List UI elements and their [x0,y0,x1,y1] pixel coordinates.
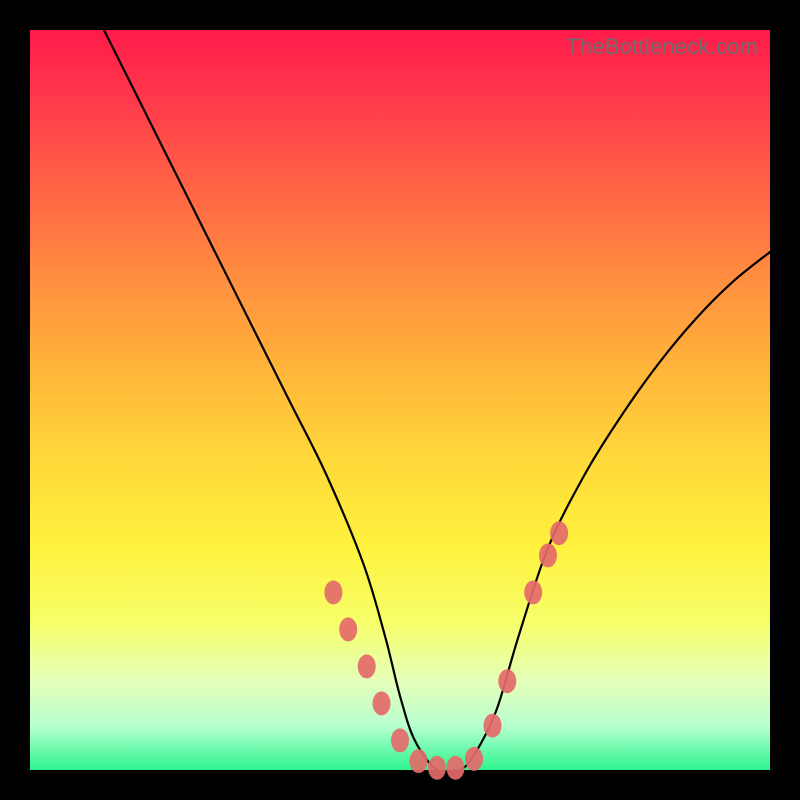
curve-marker [428,756,446,780]
curve-marker [373,691,391,715]
curve-marker [447,756,465,780]
curve-marker [484,714,502,738]
curve-marker [465,747,483,771]
curve-svg [30,30,770,770]
curve-marker [550,521,568,545]
chart-frame: TheBottleneck.com [0,0,800,800]
curve-marker [524,580,542,604]
curve-marker [410,749,428,773]
curve-marker [498,669,516,693]
plot-area: TheBottleneck.com [30,30,770,770]
bottleneck-curve [104,30,770,773]
curve-marker [324,580,342,604]
curve-marker [391,728,409,752]
curve-marker [358,654,376,678]
curve-marker [339,617,357,641]
curve-marker [539,543,557,567]
